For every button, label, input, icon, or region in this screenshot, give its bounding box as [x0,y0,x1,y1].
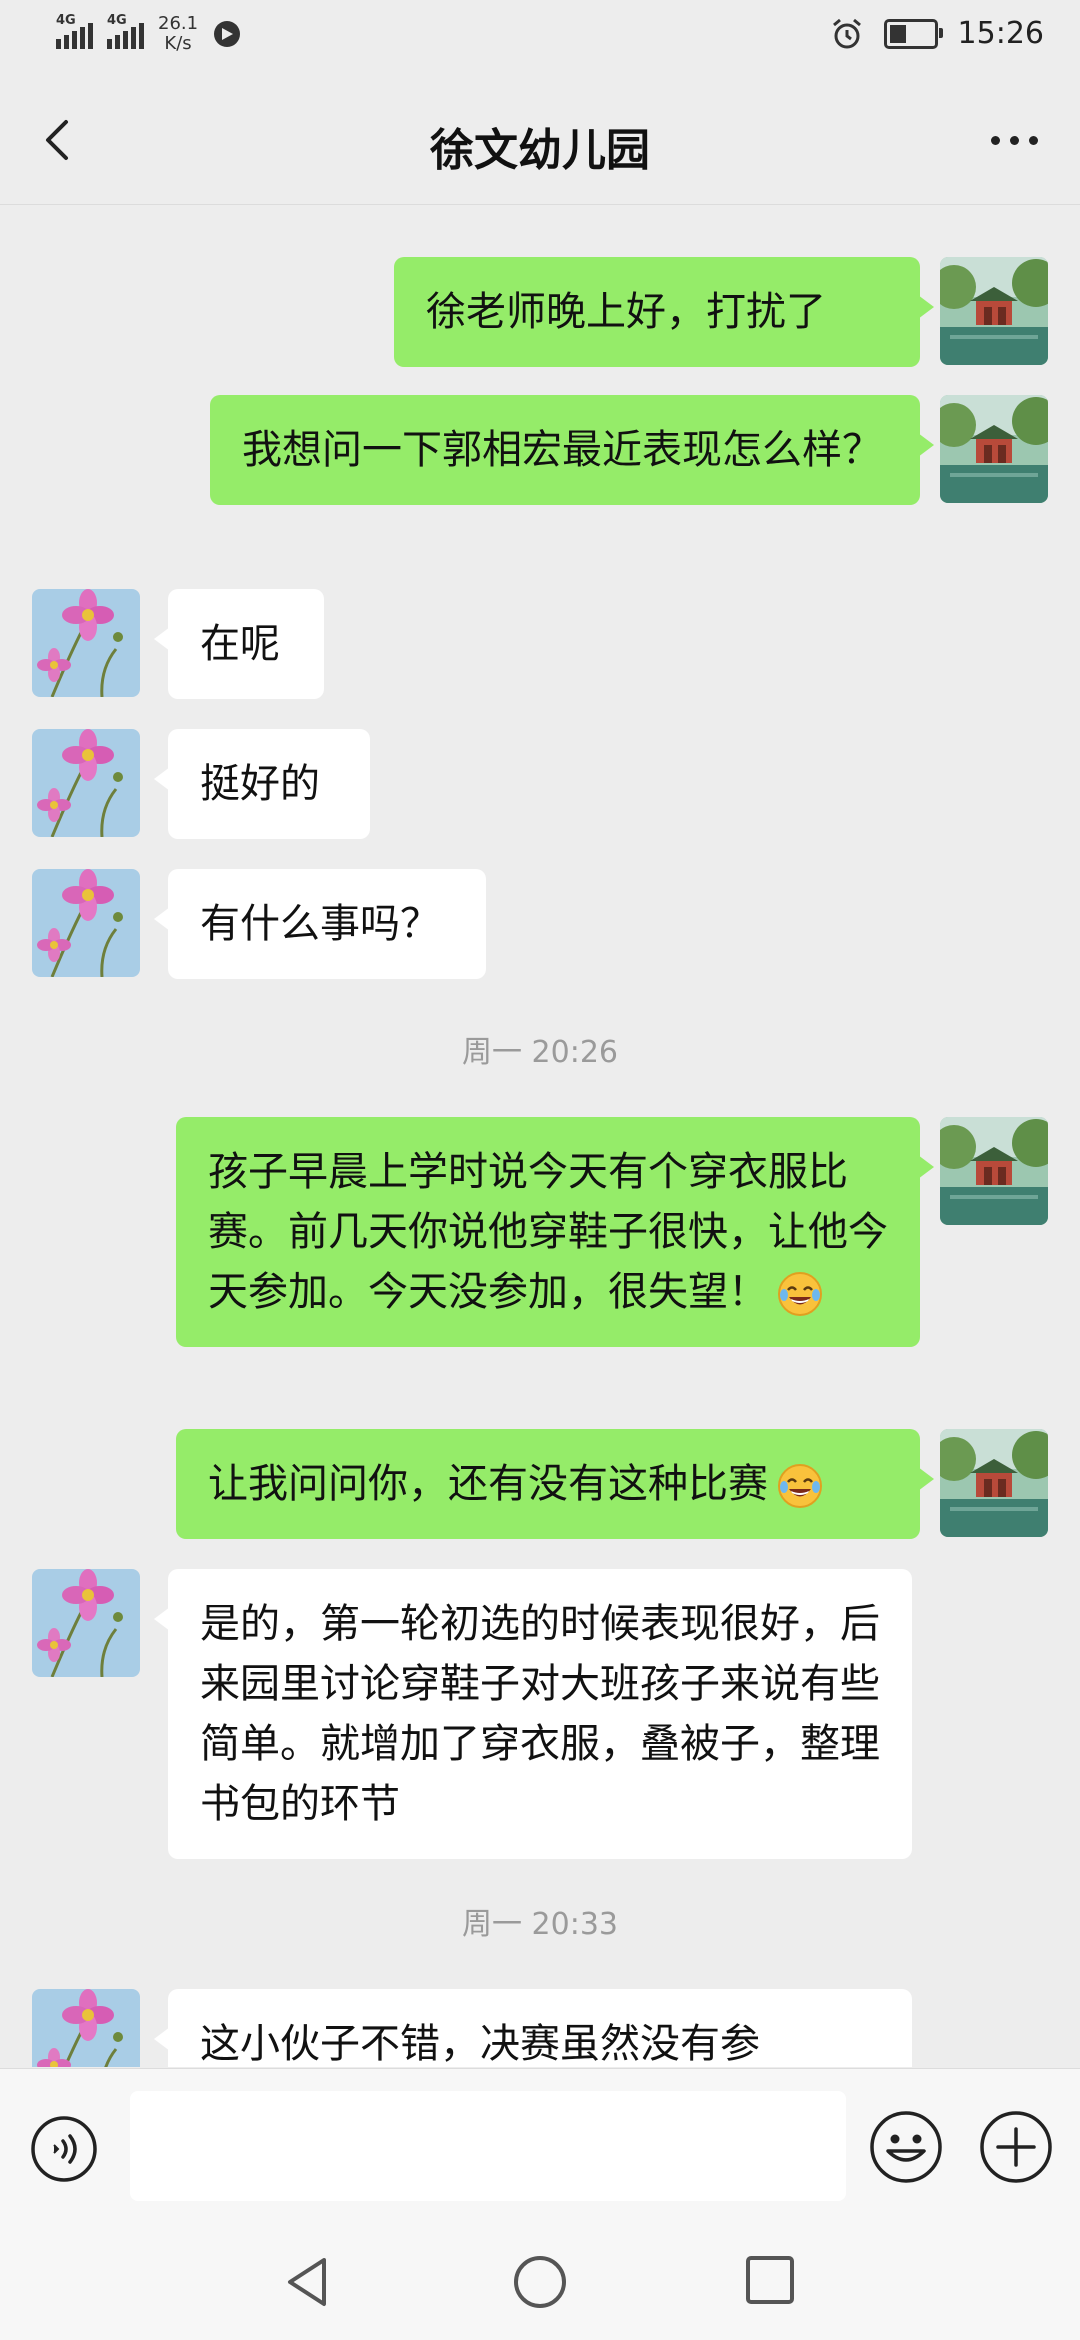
message-text: 在呢 [200,621,280,667]
message-text: 是的，第一轮初选的时候表现很好，后来园里讨论穿鞋子对大班孩子来说有些简单。就增加… [200,1601,880,1827]
data-saver-icon [214,21,241,47]
speed-unit: K/s [164,33,192,54]
network-type-label: 4G [107,13,127,28]
chat-title: 徐文幼儿园 [430,125,650,176]
message-bubble[interactable]: 是的，第一轮初选的时候表现很好，后来园里讨论穿鞋子对大班孩子来说有些简单。就增加… [154,1569,912,1859]
circle-home-icon[interactable] [512,2254,568,2310]
my-avatar[interactable] [940,257,1048,365]
message-text: 挺好的 [200,761,320,807]
message-list[interactable]: 徐老师晚上好，打扰了我想问一下郭相宏最近表现怎么样？ 在呢挺好的有什么事吗？ 周一 … [0,205,1080,2067]
plus-icon[interactable] [978,2109,1054,2185]
crying-laughing-emoji [778,1464,822,1508]
alarm-icon [832,18,861,48]
signal-icon: 4G [56,13,93,49]
received-message: 在呢 [0,589,1080,699]
status-bar: 4G 4G 26.1 K/s 15:26 [0,0,1080,76]
sent-message: 让我问问你，还有没有这种比赛 [0,1429,1080,1539]
message-input[interactable] [130,2091,846,2201]
sent-message: 孩子早晨上学时说今天有个穿衣服比赛。前几天你说他穿鞋子很快，让他今天参加。今天没… [0,1117,1080,1397]
system-nav-bar [0,2230,1080,2340]
message-bubble[interactable]: 有什么事吗？ [154,869,486,979]
timestamp-divider: 周一 20:33 [462,1907,618,1942]
message-bubble[interactable]: 我想问一下郭相宏最近表现怎么样？ [210,395,934,505]
received-message: 挺好的 [0,729,1080,839]
contact-avatar[interactable] [32,589,140,697]
my-avatar[interactable] [940,1429,1048,1537]
battery-icon [883,18,943,49]
contact-avatar[interactable] [32,869,140,977]
network-speed: 26.1 K/s [158,14,198,54]
received-message: 有什么事吗？ [0,869,1080,979]
message-bubble[interactable]: 孩子早晨上学时说今天有个穿衣服比赛。前几天你说他穿鞋子很快，让他今天参加。今天没… [176,1117,934,1347]
message-text: 让我问问你，还有没有这种比赛 [208,1461,768,1507]
clock: 15:26 [957,16,1044,51]
timestamp-divider: 周一 20:26 [462,1035,618,1070]
smiley-icon[interactable] [868,2109,944,2185]
voice-icon[interactable] [30,2115,98,2183]
message-bubble[interactable]: 徐老师晚上好，打扰了 [394,257,934,367]
received-message: 这小伙子不错，决赛虽然没有参 [0,1989,1080,2067]
square-recent-icon[interactable] [744,2254,796,2306]
input-bar [0,2068,1080,2231]
contact-avatar[interactable] [32,1989,140,2067]
message-bubble[interactable]: 让我问问你，还有没有这种比赛 [176,1429,934,1539]
received-message: 是的，第一轮初选的时候表现很好，后来园里讨论穿鞋子对大班孩子来说有些简单。就增加… [0,1569,1080,1859]
message-text: 徐老师晚上好，打扰了 [426,289,826,335]
sent-message: 我想问一下郭相宏最近表现怎么样？ [0,395,1080,555]
message-bubble[interactable]: 在呢 [154,589,324,699]
message-bubble[interactable]: 这小伙子不错，决赛虽然没有参 [154,1989,912,2067]
my-avatar[interactable] [940,1117,1048,1225]
message-text: 有什么事吗？ [200,901,440,947]
chat-header: 徐文幼儿园 [0,76,1080,205]
my-avatar[interactable] [940,395,1048,503]
network-type-label: 4G [56,13,76,28]
message-text: 这小伙子不错，决赛虽然没有参 [200,2021,760,2067]
signal-icon: 4G [107,13,144,49]
speed-value: 26.1 [158,13,199,34]
crying-laughing-emoji [778,1272,822,1316]
message-bubble[interactable]: 挺好的 [154,729,370,839]
contact-avatar[interactable] [32,1569,140,1677]
contact-avatar[interactable] [32,729,140,837]
sent-message: 徐老师晚上好，打扰了 [0,257,1080,367]
more-dots-icon[interactable] [974,110,1054,170]
triangle-back-icon[interactable] [282,2254,332,2310]
message-text: 我想问一下郭相宏最近表现怎么样？ [242,427,882,473]
